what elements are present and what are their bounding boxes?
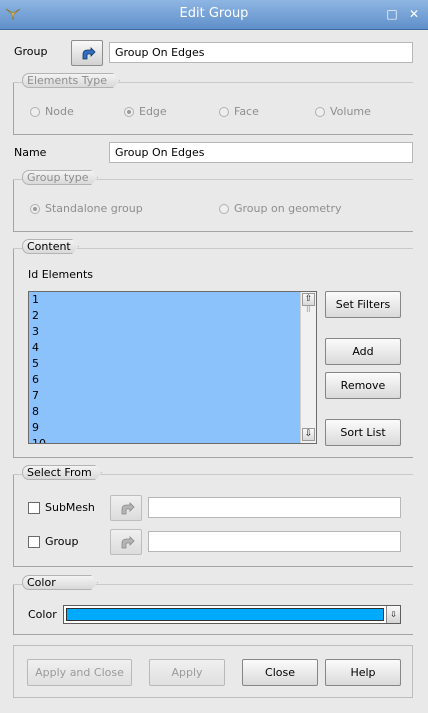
apply-button[interactable]: Apply	[149, 659, 225, 686]
submesh-field[interactable]	[148, 497, 401, 518]
radio-face[interactable]: Face	[219, 105, 259, 119]
list-item[interactable]: 2	[32, 308, 39, 324]
maximize-button[interactable]: □	[384, 6, 400, 22]
color-label: Color	[28, 608, 57, 621]
list-scrollbar[interactable]: ⇧ ⠿ ⇩	[300, 292, 316, 443]
radio-volume[interactable]: Volume	[315, 105, 371, 119]
sort-list-button[interactable]: Sort List	[325, 419, 401, 446]
radio-standalone-group[interactable]: Standalone group	[30, 202, 143, 216]
radio-node-label: Node	[45, 105, 74, 118]
window-title: Edit Group	[179, 6, 249, 21]
select-from-title: Select From	[22, 465, 102, 480]
close-button[interactable]: Close	[242, 659, 318, 686]
radio-volume-label: Volume	[330, 105, 371, 118]
group-source-field[interactable]	[148, 531, 401, 552]
group-select-button[interactable]	[71, 40, 103, 66]
content-title: Content	[22, 239, 79, 254]
list-item[interactable]: 10	[32, 436, 46, 443]
select-arrow-icon	[82, 47, 96, 60]
id-elements-label: Id Elements	[28, 268, 93, 281]
group-source-select-button[interactable]	[110, 529, 142, 555]
title-bar: Edit Group □ ✕	[0, 0, 428, 30]
scroll-down-icon[interactable]: ⇩	[302, 428, 315, 441]
color-group-title: Color group	[22, 575, 98, 590]
list-item[interactable]: 9	[32, 420, 39, 436]
group-checkbox[interactable]	[28, 536, 40, 548]
list-item[interactable]: 4	[32, 340, 39, 356]
select-arrow-icon	[121, 502, 135, 515]
color-picker[interactable]: ⇩	[63, 605, 401, 624]
scroll-up-icon[interactable]: ⇧	[302, 293, 315, 306]
id-elements-list[interactable]: 1 2 3 4 5 6 7 8 9 10 ⇧ ⠿ ⇩	[28, 291, 317, 444]
name-label: Name	[14, 146, 47, 159]
radio-node[interactable]: Node	[30, 105, 74, 119]
name-input[interactable]: Group On Edges	[109, 142, 413, 163]
add-button[interactable]: Add	[325, 338, 401, 365]
submesh-select-button[interactable]	[110, 495, 142, 521]
list-item[interactable]: 6	[32, 372, 39, 388]
radio-face-label: Face	[234, 105, 259, 118]
list-item[interactable]: 7	[32, 388, 39, 404]
radio-geometry-label: Group on geometry	[234, 202, 342, 215]
select-arrow-icon	[121, 536, 135, 549]
list-item[interactable]: 1	[32, 292, 39, 308]
color-swatch-fill	[66, 608, 384, 621]
group-name-display[interactable]: Group On Edges	[109, 42, 413, 63]
radio-standalone-label: Standalone group	[45, 202, 143, 215]
radio-edge[interactable]: Edge	[124, 105, 167, 119]
elements-type-title: Elements Type	[22, 73, 120, 88]
group-label: Group	[14, 45, 48, 58]
list-item[interactable]: 3	[32, 324, 39, 340]
group-type-title: Group type	[22, 170, 98, 185]
list-item[interactable]: 8	[32, 404, 39, 420]
radio-edge-label: Edge	[139, 105, 167, 118]
group-source-label: Group	[45, 535, 79, 548]
submesh-checkbox[interactable]	[28, 502, 40, 514]
select-from-group	[13, 474, 413, 567]
list-item[interactable]: 5	[32, 356, 39, 372]
remove-button[interactable]: Remove	[325, 372, 401, 399]
help-button[interactable]: Help	[325, 659, 401, 686]
set-filters-button[interactable]: Set Filters	[325, 291, 401, 318]
submesh-label: SubMesh	[45, 501, 95, 514]
apply-and-close-button[interactable]: Apply and Close	[27, 659, 132, 686]
close-window-button[interactable]: ✕	[406, 6, 422, 22]
radio-group-on-geometry[interactable]: Group on geometry	[219, 202, 342, 216]
scroll-thumb[interactable]: ⠿	[304, 307, 313, 316]
color-dropdown-icon[interactable]: ⇩	[386, 606, 400, 623]
